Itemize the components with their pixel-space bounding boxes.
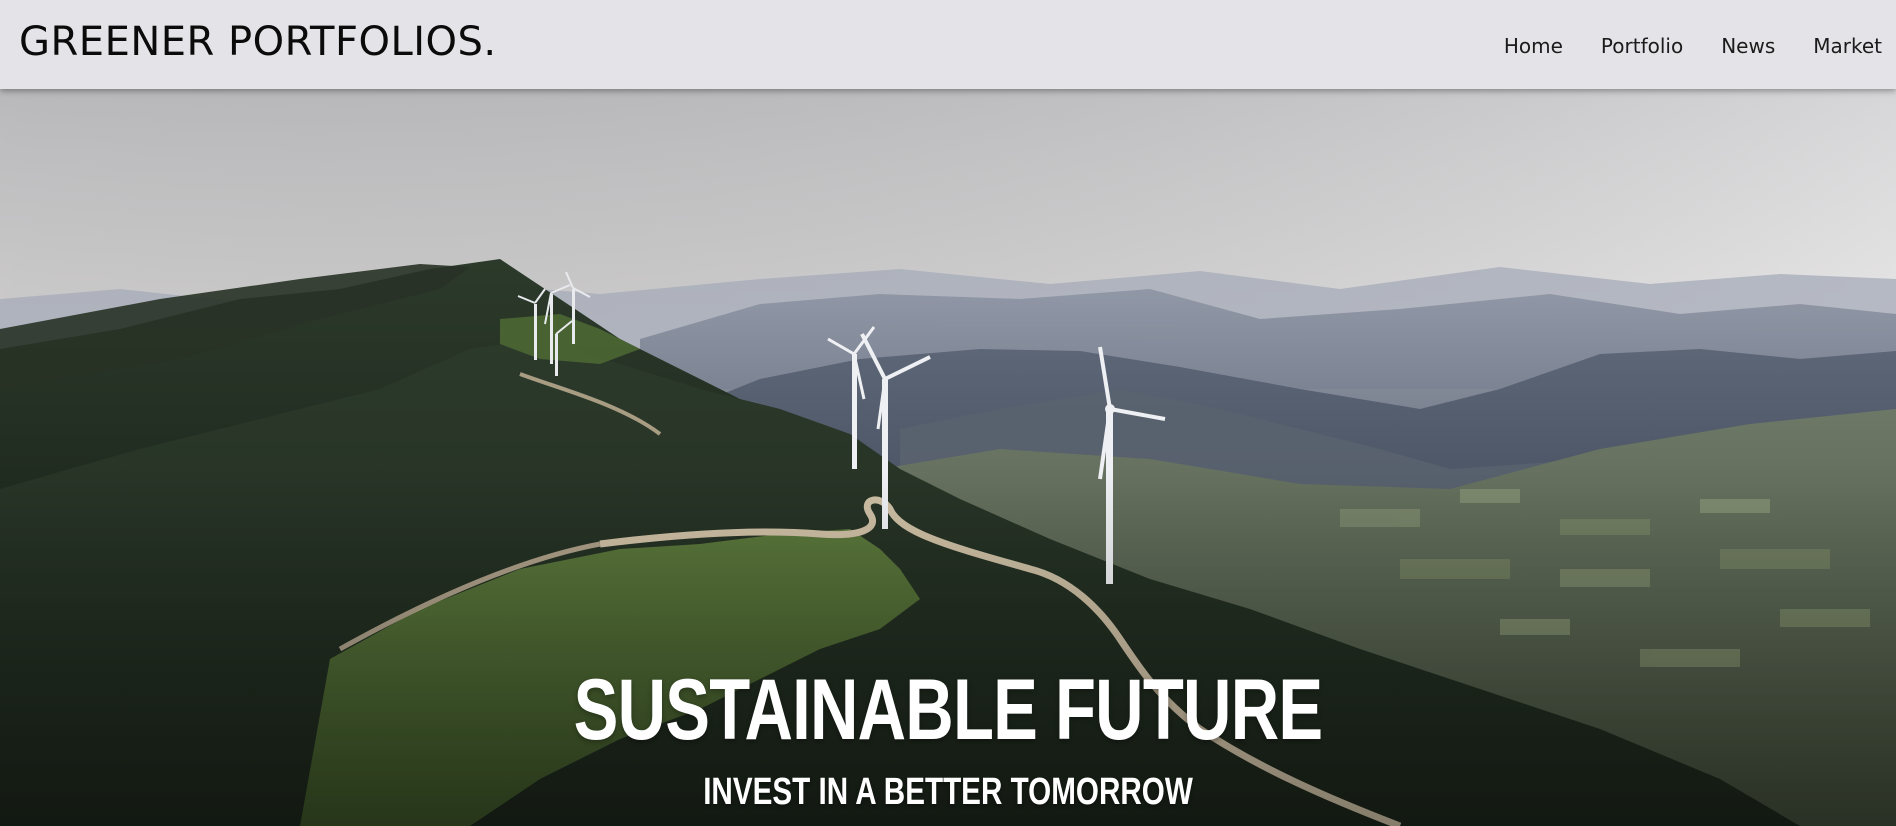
main-nav: Home Portfolio News Market [1466, 36, 1882, 56]
nav-link-market[interactable]: Market [1813, 36, 1882, 56]
nav-link-home[interactable]: Home [1504, 36, 1563, 56]
top-navbar: GREENER PORTFOLIOS. Home Portfolio News … [0, 0, 1896, 89]
hero-subtitle: INVEST IN A BETTER TOMORROW [703, 771, 1193, 813]
nav-link-news[interactable]: News [1721, 36, 1775, 56]
brand-logo-text[interactable]: GREENER PORTFOLIOS. [19, 22, 497, 62]
page: GREENER PORTFOLIOS. Home Portfolio News … [0, 0, 1896, 826]
nav-link-portfolio[interactable]: Portfolio [1601, 36, 1683, 56]
hero-section: SUSTAINABLE FUTURE INVEST IN A BETTER TO… [0, 89, 1896, 826]
hero-title: SUSTAINABLE FUTURE [573, 662, 1323, 758]
